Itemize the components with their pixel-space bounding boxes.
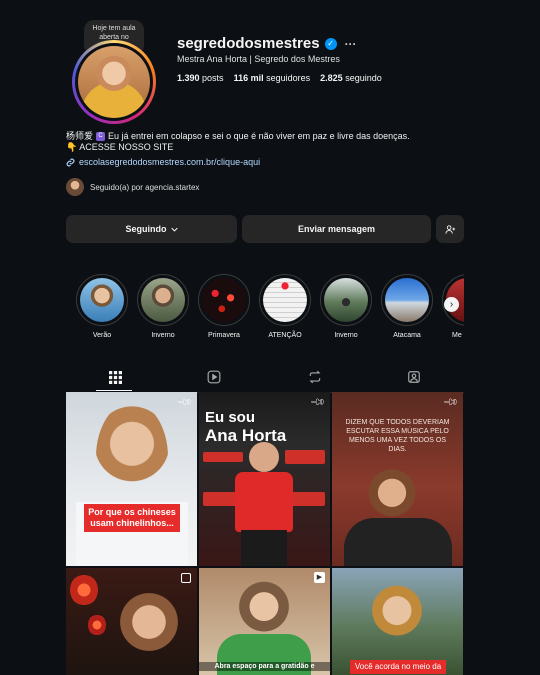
- post-6-image: [368, 580, 426, 648]
- highlight-verao[interactable]: Verão: [76, 274, 128, 339]
- highlight-primavera[interactable]: Primavera: [198, 274, 250, 339]
- active-tab-indicator: [96, 390, 132, 391]
- full-name: Mestra Ana Horta | Segredo dos Mestres: [177, 54, 340, 64]
- pin-icon: 📌︎: [442, 394, 460, 411]
- reel-icon: ▶: [314, 572, 325, 583]
- followed-by[interactable]: Seguido(a) por agencia.startex: [66, 178, 199, 196]
- tagged-icon: [408, 371, 420, 383]
- followed-by-text: Seguido(a) por agencia.startex: [90, 182, 200, 192]
- post-tile-2[interactable]: Eu sou Ana Horta 📌︎: [199, 392, 330, 566]
- follower-avatar: [66, 178, 84, 196]
- highlight-atacama[interactable]: Atacama: [381, 274, 433, 339]
- highlight-label: Verão: [92, 332, 112, 339]
- bio-link-text[interactable]: escolasegredodosmestres.com.br/clique-aq…: [79, 157, 260, 167]
- highlight-inverno-2[interactable]: Inverno: [320, 274, 372, 339]
- tab-reposts[interactable]: [305, 367, 325, 387]
- highlight-label: Inverno: [334, 332, 358, 339]
- post-tile-5[interactable]: Abra espaço para a gratidão e ▶: [199, 568, 330, 675]
- send-message-button[interactable]: Enviar mensagem: [242, 215, 431, 243]
- username: segredodosmestres: [177, 35, 320, 52]
- post-tile-6[interactable]: Você acorda no meio da: [332, 568, 463, 675]
- profile-avatar[interactable]: [72, 40, 156, 124]
- bio-link[interactable]: escolasegredodosmestres.com.br/clique-aq…: [66, 157, 260, 167]
- post-1-caption: Por que os chineses usam chinelinhos...: [84, 504, 180, 532]
- posts-stat: 1.390 posts: [177, 73, 224, 83]
- post-2-title-b: Ana Horta: [205, 426, 287, 445]
- grid-icon: [108, 370, 122, 384]
- more-options-icon[interactable]: ···: [345, 37, 357, 51]
- repost-icon: [309, 370, 321, 384]
- highlight-label: Primavera: [208, 332, 240, 339]
- bio-prefix: 杨师爱: [66, 131, 94, 141]
- post-4-image: [116, 586, 182, 666]
- profile-stats: 1.390 posts 116 mil seguidores 2.825 seg…: [177, 73, 382, 83]
- username-row: segredodosmestres ✓ ···: [177, 35, 357, 52]
- highlight-inverno[interactable]: Inverno: [137, 274, 189, 339]
- carousel-icon: [181, 573, 191, 583]
- highlight-label: Inverno: [151, 332, 175, 339]
- avatar-image: [78, 46, 150, 118]
- pin-icon: 📌︎: [309, 394, 327, 411]
- add-user-icon: [444, 224, 455, 234]
- link-icon: [66, 158, 75, 166]
- tab-tagged[interactable]: [404, 367, 424, 387]
- send-message-label: Enviar mensagem: [297, 224, 376, 234]
- next-highlights-button[interactable]: ›: [444, 297, 459, 312]
- tab-posts[interactable]: [105, 367, 125, 387]
- tab-reels[interactable]: [204, 367, 224, 387]
- post-tile-1[interactable]: Por que os chineses usam chinelinhos... …: [66, 392, 197, 566]
- post-tile-3[interactable]: DIZEM QUE TODOS DEVERIAM ESCUTAR ESSA MÚ…: [332, 392, 463, 566]
- badge-icon: C: [96, 132, 106, 141]
- post-5-caption: Abra espaço para a gratidão e: [199, 662, 330, 671]
- chevron-down-icon: [170, 227, 178, 232]
- bio: 杨师爱 C Eu já entrei em colapso e sei o qu…: [66, 131, 486, 153]
- post-1-image: [96, 402, 168, 512]
- verified-icon: ✓: [324, 37, 337, 50]
- highlight-atencao[interactable]: ATENÇÃO: [259, 274, 311, 339]
- highlight-label: Atacama: [393, 332, 421, 339]
- highlight-label: Me: [452, 332, 462, 339]
- highlight-label: ATENÇÃO: [268, 332, 302, 339]
- pin-icon: 📌︎: [176, 394, 194, 411]
- post-2-title-a: Eu sou: [205, 409, 256, 426]
- reels-icon: [207, 370, 221, 384]
- post-6-caption: Você acorda no meio da: [350, 660, 446, 674]
- bio-line-2: 👇 ACESSE NOSSO SITE: [66, 142, 174, 152]
- post-2-image: [249, 442, 279, 472]
- bio-line-1: Eu já entrei em colapso e sei o que é nã…: [108, 131, 410, 141]
- following-stat[interactable]: 2.825 seguindo: [320, 73, 382, 83]
- following-button-label: Seguindo: [125, 224, 167, 234]
- add-user-button[interactable]: [436, 215, 464, 243]
- post-3-caption: DIZEM QUE TODOS DEVERIAM ESCUTAR ESSA MÚ…: [345, 419, 450, 453]
- following-button[interactable]: Seguindo: [66, 215, 237, 243]
- post-tile-4[interactable]: [66, 568, 197, 675]
- followers-stat[interactable]: 116 mil seguidores: [234, 73, 311, 83]
